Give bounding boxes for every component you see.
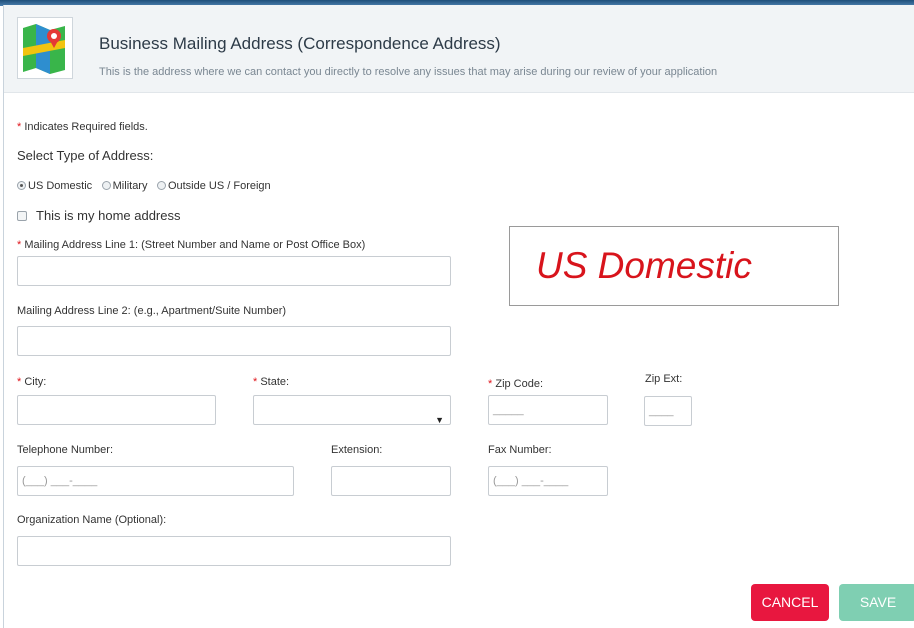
zip-ext-input[interactable]: ____ bbox=[644, 396, 692, 426]
dialog-subtitle: This is the address where we can contact… bbox=[99, 66, 718, 78]
line2-label: Mailing Address Line 2: (e.g., Apartment… bbox=[17, 305, 287, 317]
cancel-button[interactable]: CANCEL bbox=[751, 584, 829, 621]
address-line2-input[interactable] bbox=[17, 326, 451, 356]
dialog: Business Mailing Address (Correspondence… bbox=[3, 5, 914, 628]
extension-label: Extension: bbox=[331, 444, 383, 456]
required-note: * Indicates Required fields. bbox=[17, 121, 148, 133]
required-star: * bbox=[17, 121, 22, 133]
radio-us-domestic-label: US Domestic bbox=[28, 180, 93, 192]
required-star: * bbox=[253, 376, 258, 388]
org-label: Organization Name (Optional): bbox=[17, 514, 167, 526]
home-address-row: This is my home address bbox=[17, 208, 181, 223]
dialog-header: Business Mailing Address (Correspondence… bbox=[4, 5, 914, 93]
zip-label: Zip Code: bbox=[495, 378, 544, 390]
home-address-checkbox[interactable] bbox=[17, 211, 27, 221]
zipext-label: Zip Ext: bbox=[645, 373, 683, 385]
radio-outside-us-label: Outside US / Foreign bbox=[167, 180, 271, 192]
zip-label-row: * Zip Code: bbox=[488, 378, 543, 390]
required-star: * bbox=[488, 378, 493, 390]
state-label-row: * State: bbox=[253, 376, 289, 388]
zip-input[interactable]: _____ bbox=[488, 395, 608, 425]
radio-military-label: Military bbox=[112, 180, 148, 192]
telephone-input[interactable]: (___) ___-____ bbox=[17, 466, 294, 496]
line1-label-row: * Mailing Address Line 1: (Street Number… bbox=[17, 239, 365, 251]
callout-text: US Domestic bbox=[536, 245, 752, 286]
radio-military[interactable] bbox=[101, 181, 111, 190]
required-star: * bbox=[17, 376, 22, 388]
required-star: * bbox=[17, 239, 22, 251]
save-button[interactable]: SAVE bbox=[839, 584, 914, 621]
radio-outside-us[interactable] bbox=[156, 181, 166, 190]
radio-us-domestic[interactable] bbox=[17, 181, 26, 190]
dialog-title: Business Mailing Address (Correspondence… bbox=[99, 34, 501, 53]
line1-label: Mailing Address Line 1: (Street Number a… bbox=[24, 239, 366, 251]
city-label: City: bbox=[24, 376, 47, 388]
phone-label: Telephone Number: bbox=[17, 444, 114, 456]
city-input[interactable] bbox=[17, 395, 216, 425]
extension-input[interactable] bbox=[331, 466, 451, 496]
organization-input[interactable] bbox=[17, 536, 451, 566]
address-line1-input[interactable] bbox=[17, 256, 451, 286]
required-note-text: Indicates Required fields. bbox=[24, 121, 148, 133]
fax-label: Fax Number: bbox=[488, 444, 552, 456]
address-type-label: Select Type of Address: bbox=[17, 148, 154, 163]
fax-input[interactable]: (___) ___-____ bbox=[488, 466, 608, 496]
address-type-radio-group: US Domestic Military Outside US / Foreig… bbox=[17, 176, 276, 194]
chevron-down-icon: ▼ bbox=[435, 415, 444, 425]
address-type-callout: US Domestic bbox=[509, 226, 839, 306]
state-select[interactable]: ▼ bbox=[253, 395, 451, 425]
home-address-label: This is my home address bbox=[36, 208, 181, 223]
city-label-row: * City: bbox=[17, 376, 46, 388]
map-icon bbox=[17, 17, 73, 79]
state-label: State: bbox=[260, 376, 290, 388]
